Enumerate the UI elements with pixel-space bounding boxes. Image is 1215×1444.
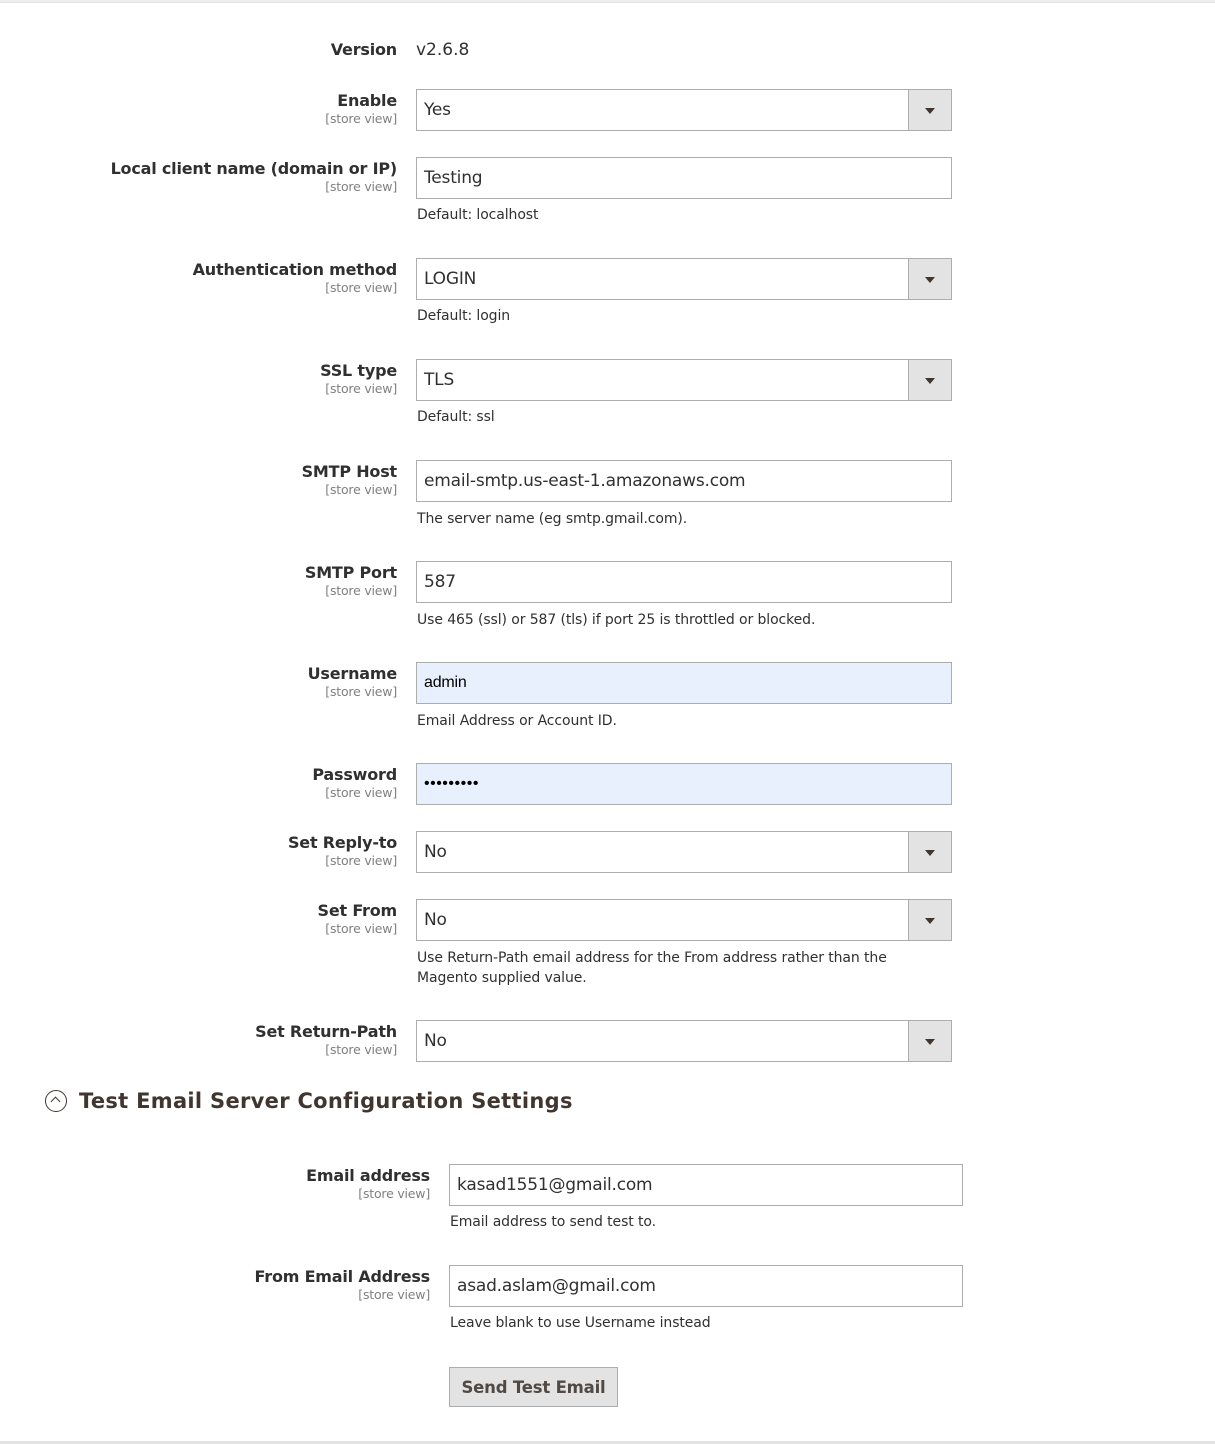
auth-method-label: Authentication method	[192, 260, 398, 279]
username-value: admin	[424, 674, 467, 691]
set-from-hint: Use Return-Path email address for the Fr…	[417, 950, 887, 986]
chevron-down-icon	[925, 378, 935, 384]
from-email-label: From Email Address	[254, 1267, 431, 1286]
set-from-label: Set From	[317, 901, 398, 920]
scope-label: [store view]	[325, 179, 397, 194]
set-from-value: No	[424, 910, 447, 930]
client-name-value: Testing	[424, 168, 483, 188]
scope-label: [store view]	[358, 1186, 430, 1201]
username-label: Username	[307, 664, 398, 683]
chevron-down-icon	[925, 918, 935, 924]
test-section-title: Test Email Server Configuration Settings	[79, 1089, 573, 1113]
auth-method-value: LOGIN	[424, 269, 477, 289]
smtp-port-hint: Use 465 (ssl) or 587 (tls) if port 25 is…	[417, 612, 816, 628]
smtp-host-hint: The server name (eg smtp.gmail.com).	[417, 511, 688, 527]
chevron-down-icon	[925, 277, 935, 283]
scope-label: [store view]	[325, 921, 397, 936]
smtp-port-input[interactable]: 587	[416, 561, 952, 603]
scope-label: [store view]	[325, 482, 397, 497]
dropdown-button[interactable]	[908, 360, 951, 400]
test-email-value: kasad1551@gmail.com	[457, 1175, 653, 1195]
test-email-hint: Email address to send test to.	[450, 1214, 656, 1230]
dropdown-button[interactable]	[908, 1021, 951, 1061]
from-email-input[interactable]: asad.aslam@gmail.com	[449, 1265, 963, 1307]
client-name-hint: Default: localhost	[417, 207, 539, 223]
chevron-down-icon	[925, 850, 935, 856]
password-label: Password	[312, 765, 397, 784]
smtp-port-label: SMTP Port	[304, 563, 397, 582]
smtp-host-input[interactable]: email-smtp.us-east-1.amazonaws.com	[416, 460, 952, 502]
set-reply-to-select[interactable]: No	[416, 831, 952, 873]
dropdown-button[interactable]	[908, 259, 951, 299]
chevron-down-icon	[925, 1039, 935, 1045]
enable-select-value: Yes	[424, 100, 451, 120]
auth-method-hint: Default: login	[417, 308, 511, 324]
set-from-select[interactable]: No	[416, 899, 952, 941]
password-value: •••••••••	[424, 775, 479, 792]
username-hint: Email Address or Account ID.	[417, 713, 617, 729]
dropdown-button[interactable]	[908, 900, 951, 940]
set-return-path-select[interactable]: No	[416, 1020, 952, 1062]
scope-label: [store view]	[325, 583, 397, 598]
from-email-hint: Leave blank to use Username instead	[450, 1315, 711, 1331]
auth-method-select[interactable]: LOGIN	[416, 258, 952, 300]
ssl-type-hint: Default: ssl	[417, 409, 495, 425]
set-reply-to-label: Set Reply-to	[287, 833, 397, 852]
set-return-path-label: Set Return-Path	[255, 1022, 397, 1041]
client-name-label: Local client name (domain or IP)	[110, 159, 398, 178]
set-return-path-value: No	[424, 1031, 447, 1051]
smtp-host-value: email-smtp.us-east-1.amazonaws.com	[424, 471, 746, 491]
version-label: Version	[330, 40, 397, 59]
scope-label: [store view]	[325, 785, 397, 800]
scope-label: [store view]	[325, 111, 397, 126]
dropdown-button[interactable]	[908, 90, 951, 130]
dropdown-button[interactable]	[908, 832, 951, 872]
username-input[interactable]: admin	[416, 662, 952, 704]
scope-label: [store view]	[325, 1042, 397, 1057]
scope-label: [store view]	[325, 280, 397, 295]
test-email-label: Email address	[306, 1166, 430, 1185]
test-email-input[interactable]: kasad1551@gmail.com	[449, 1164, 963, 1206]
version-value: v2.6.8	[416, 40, 470, 60]
password-input[interactable]: •••••••••	[416, 763, 952, 805]
scope-label: [store view]	[325, 684, 397, 699]
client-name-input[interactable]: Testing	[416, 157, 952, 199]
scope-label: [store view]	[325, 853, 397, 868]
enable-select[interactable]: Yes	[416, 89, 952, 131]
enable-label: Enable	[337, 91, 397, 110]
scope-label: [store view]	[325, 381, 397, 396]
chevron-down-icon	[925, 108, 935, 114]
smtp-host-label: SMTP Host	[301, 462, 398, 481]
set-reply-to-value: No	[424, 842, 447, 862]
smtp-port-value: 587	[424, 572, 456, 592]
scope-label: [store view]	[358, 1287, 430, 1302]
chevron-up-circle-icon[interactable]	[45, 1090, 67, 1112]
ssl-type-label: SSL type	[320, 361, 397, 380]
top-divider	[0, 0, 1215, 3]
test-section-header[interactable]: Test Email Server Configuration Settings	[45, 1086, 573, 1116]
ssl-type-value: TLS	[424, 370, 455, 390]
send-test-email-button[interactable]: Send Test Email	[449, 1367, 618, 1407]
from-email-value: asad.aslam@gmail.com	[457, 1276, 656, 1296]
ssl-type-select[interactable]: TLS	[416, 359, 952, 401]
